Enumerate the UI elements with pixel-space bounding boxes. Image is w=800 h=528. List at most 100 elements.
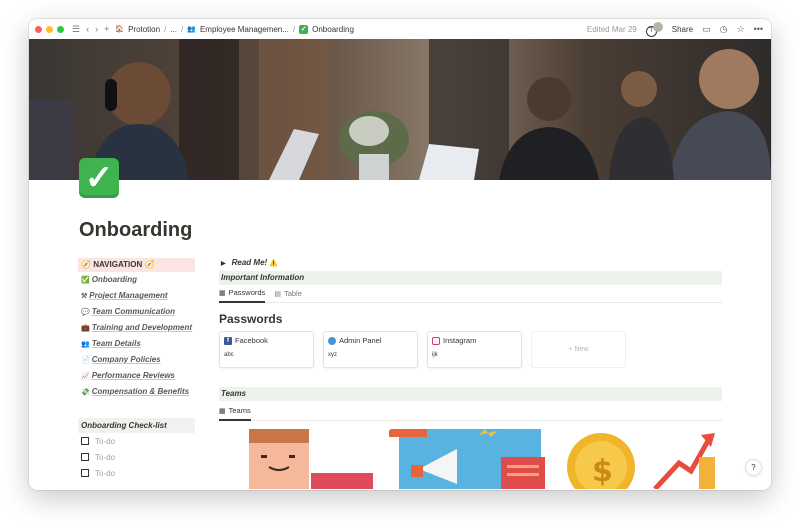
team-card-image[interactable]: $: [559, 429, 721, 489]
people-icon: 👥: [187, 26, 196, 33]
edited-timestamp: Edited Mar 29: [586, 24, 637, 34]
card-title: Admin Panel: [339, 336, 382, 345]
new-page-icon[interactable]: +: [104, 24, 109, 34]
teams-heading: Teams: [219, 387, 722, 401]
checkbox[interactable]: [81, 437, 89, 445]
people-icon: 👥: [81, 341, 90, 348]
help-button[interactable]: ?: [745, 459, 762, 476]
checklist-heading: Onboarding Check-list: [78, 418, 195, 433]
todo-item[interactable]: To-do: [78, 433, 195, 449]
comments-icon[interactable]: ▭: [702, 24, 711, 35]
gallery-icon: ▦: [219, 289, 226, 297]
sidebar-toggle-icon[interactable]: ☰: [72, 24, 80, 34]
history-icon[interactable]: ◷: [720, 24, 728, 35]
favorite-star-icon[interactable]: ☆: [736, 24, 744, 35]
todo-label[interactable]: To-do: [95, 453, 115, 462]
nav-item-team-communication[interactable]: 💬 Team Communication: [78, 304, 195, 320]
passwords-heading: Passwords: [219, 312, 283, 326]
share-button[interactable]: Share: [672, 25, 693, 34]
new-card-button[interactable]: + New: [531, 331, 626, 368]
checkbox[interactable]: [81, 469, 89, 477]
tab-table[interactable]: ▤ Table: [274, 285, 302, 303]
speech-bubble-icon: 💬: [81, 309, 90, 316]
breadcrumb-ellipsis[interactable]: ...: [170, 25, 177, 34]
workspace-icon: 🏠: [115, 26, 125, 33]
breadcrumb-separator: /: [164, 24, 167, 34]
toggle-arrow-icon[interactable]: ▶: [221, 261, 226, 267]
database-view-tabs: ▦ Passwords ▤ Table: [219, 285, 722, 303]
megaphone-illustration: [389, 429, 551, 489]
read-me-toggle[interactable]: ▶ Read Me! ⚠️: [219, 255, 722, 270]
minimize-window-button[interactable]: [46, 25, 53, 33]
svg-text:$: $: [592, 454, 613, 489]
briefcase-icon: 💼: [81, 325, 90, 332]
title-bar-actions: Edited Mar 29 T Share ▭ ◷ ☆ •••: [586, 21, 763, 37]
breadcrumb: 🏠 Prototion / ... / 👥 Employee Managemen…: [115, 24, 354, 34]
nav-item-label: Project Management: [89, 291, 168, 300]
important-information-heading: Important Information: [219, 271, 722, 285]
compass-icon: 🧭: [144, 260, 155, 269]
gallery-icon: ▦: [219, 407, 226, 415]
nav-item-label: Onboarding: [91, 275, 138, 284]
team-card-image[interactable]: [389, 429, 551, 489]
cover-image: [29, 39, 771, 180]
title-bar: ☰ ‹ › + 🏠 Prototion / ... / 👥 Employee M…: [29, 19, 771, 39]
window-controls: [35, 25, 64, 33]
password-card-admin-panel[interactable]: Admin Panel xyz: [323, 331, 418, 368]
nav-item-project-management[interactable]: ⚒ Project Management: [78, 288, 195, 304]
tab-label: Table: [283, 289, 302, 298]
breadcrumb-separator: /: [292, 24, 296, 34]
facebook-icon: f: [224, 336, 232, 345]
nav-item-team-details[interactable]: 👥 Team Details: [78, 336, 195, 352]
breadcrumb-onboarding[interactable]: Onboarding: [312, 25, 354, 34]
navigation-heading: 🧭 NAVIGATION 🧭: [78, 258, 195, 272]
back-icon[interactable]: ‹: [86, 24, 89, 34]
password-card-instagram[interactable]: Instagram ijk: [427, 331, 522, 368]
cover-photo: [29, 39, 771, 180]
check-icon: ✓: [299, 24, 309, 34]
nav-item-compensation-benefits[interactable]: 💸 Compensation & Benefits: [78, 384, 195, 400]
breadcrumb-separator: /: [181, 24, 184, 34]
compass-icon: 🧭: [81, 260, 91, 269]
table-icon: ▤: [274, 290, 281, 298]
todo-item[interactable]: To-do: [78, 465, 195, 481]
todo-item[interactable]: To-do: [78, 449, 195, 465]
todo-label[interactable]: To-do: [95, 437, 115, 446]
collaborators[interactable]: T: [645, 21, 663, 37]
close-window-button[interactable]: [35, 25, 42, 33]
breadcrumb-workspace[interactable]: Prototion: [128, 25, 160, 34]
team-card-image[interactable]: [219, 429, 381, 489]
maximize-window-button[interactable]: [57, 25, 64, 33]
navigation-block: 🧭 NAVIGATION 🧭 ✅ Onboarding ⚒ Project Mana…: [78, 258, 195, 400]
nav-item-training-development[interactable]: 💼 Training and Development: [78, 320, 195, 336]
page-title[interactable]: Onboarding: [79, 219, 192, 242]
document-icon: 📄: [81, 357, 90, 364]
main-content: ▶ Read Me! ⚠️ Important Information ▦ Pass…: [219, 255, 722, 489]
tab-teams[interactable]: ▦ Teams: [219, 403, 251, 421]
password-card-facebook[interactable]: f Facebook abc: [219, 331, 314, 368]
app-window: ☰ ‹ › + 🏠 Prototion / ... / 👥 Employee M…: [29, 19, 771, 490]
breadcrumb-employee-management[interactable]: Employee Managemen...: [200, 25, 289, 34]
card-value: ijk: [432, 352, 438, 358]
todo-label[interactable]: To-do: [95, 469, 115, 478]
nav-item-label: Training and Development: [91, 323, 193, 332]
forward-icon[interactable]: ›: [95, 24, 98, 34]
teams-gallery: $: [219, 429, 722, 489]
teams-view-tabs: ▦ Teams: [219, 403, 722, 421]
more-options-icon[interactable]: •••: [754, 24, 763, 34]
nav-item-label: Team Communication: [91, 307, 175, 316]
chart-icon: 📈: [81, 373, 90, 380]
onboarding-checklist: Onboarding Check-list To-do To-do To-do: [78, 418, 195, 481]
nav-item-label: Team Details: [91, 339, 141, 348]
page-check-icon[interactable]: ✓: [79, 158, 119, 198]
check-icon: ✅: [81, 277, 90, 284]
nav-item-company-policies[interactable]: 📄 Company Policies: [78, 352, 195, 368]
card-title: Facebook: [235, 336, 268, 345]
tab-passwords[interactable]: ▦ Passwords: [219, 285, 266, 303]
nav-item-label: Performance Reviews: [91, 371, 175, 380]
coin-growth-illustration: $: [559, 429, 721, 489]
checkbox[interactable]: [81, 453, 89, 461]
nav-item-performance-reviews[interactable]: 📈 Performance Reviews: [78, 368, 195, 384]
nav-item-onboarding[interactable]: ✅ Onboarding: [78, 272, 195, 288]
toggle-label: Read Me!: [231, 258, 268, 267]
